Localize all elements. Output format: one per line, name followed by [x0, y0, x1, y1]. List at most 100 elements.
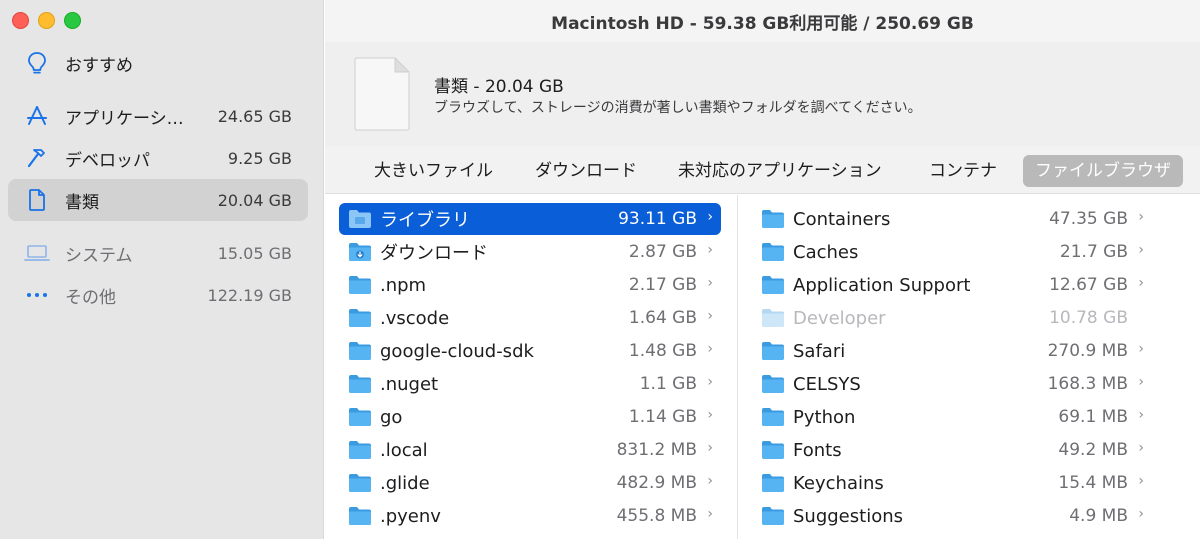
- folder-row[interactable]: .vscode 1.64 GB ›: [339, 302, 721, 334]
- folder-name: .nuget: [380, 373, 439, 395]
- folder-size: 21.7 GB: [1059, 242, 1128, 262]
- folder-name: .vscode: [380, 307, 450, 329]
- sidebar-item-label: デベロッパ: [65, 150, 150, 171]
- folder-row[interactable]: Containers 47.35 GB ›: [752, 203, 1152, 235]
- sidebar-item-label: おすすめ: [65, 55, 133, 76]
- folder-size: 455.8 MB: [616, 506, 697, 526]
- app-store-icon: [24, 104, 50, 128]
- folder-row[interactable]: .glide 482.9 MB ›: [339, 467, 721, 499]
- folder-name: Containers: [793, 208, 891, 230]
- folder-row[interactable]: go 1.14 GB ›: [339, 401, 721, 433]
- zoom-window-button[interactable]: [64, 12, 81, 29]
- downloads-folder-icon: [349, 243, 371, 261]
- folder-name: ダウンロード: [380, 243, 488, 264]
- close-window-button[interactable]: [12, 12, 29, 29]
- sidebar-item-applications[interactable]: アプリケーシ… 24.65 GB: [8, 95, 308, 137]
- folder-icon: [762, 507, 784, 525]
- folder-icon: [349, 309, 371, 327]
- chevron-right-icon: ›: [1138, 473, 1144, 489]
- sidebar-item-system[interactable]: システム 15.05 GB: [8, 232, 308, 274]
- folder-icon: [349, 474, 371, 492]
- sidebar-item-recommendations[interactable]: おすすめ: [8, 42, 308, 84]
- folder-icon: [762, 441, 784, 459]
- chevron-right-icon: ›: [707, 374, 713, 390]
- folder-name: .local: [380, 439, 428, 461]
- folder-size: 1.48 GB: [628, 341, 697, 361]
- chevron-right-icon: ›: [1138, 209, 1144, 225]
- sidebar-item-size: 122.19 GB: [207, 285, 292, 305]
- file-column-home: ライブラリ 93.11 GB › ダウンロード 2.87 GB › .npm 2.17 GB ›…: [325, 195, 736, 539]
- sidebar-item-developer[interactable]: デベロッパ 9.25 GB: [8, 137, 308, 179]
- folder-icon: [349, 507, 371, 525]
- folder-row[interactable]: ライブラリ 93.11 GB ›: [339, 203, 721, 235]
- sidebar-item-size: 20.04 GB: [217, 190, 292, 210]
- tab-large-files[interactable]: 大きいファイル: [362, 155, 505, 187]
- sidebar-item-other[interactable]: その他 122.19 GB: [8, 274, 308, 316]
- sidebar-item-documents[interactable]: 書類 20.04 GB: [8, 179, 308, 221]
- folder-name: go: [380, 406, 403, 428]
- folder-row[interactable]: .pyenv 455.8 MB ›: [339, 500, 721, 532]
- folder-size: 1.1 GB: [639, 374, 697, 394]
- folder-name: Safari: [793, 340, 846, 362]
- folder-name: .npm: [380, 274, 427, 296]
- folder-row[interactable]: CELSYS 168.3 MB ›: [752, 368, 1152, 400]
- chevron-right-icon: ›: [1138, 275, 1144, 291]
- category-header: 書類 - 20.04 GB ブラウズして、ストレージの消費が著しい書類やフォルダ…: [325, 42, 1200, 146]
- folder-size: 1.64 GB: [628, 308, 697, 328]
- folder-icon: [762, 210, 784, 228]
- chevron-right-icon: ›: [707, 407, 713, 423]
- folder-size: 93.11 GB: [618, 209, 697, 229]
- folder-size: 4.9 MB: [1069, 506, 1128, 526]
- chevron-right-icon: ›: [707, 242, 713, 258]
- minimize-window-button[interactable]: [38, 12, 55, 29]
- folder-row[interactable]: .nuget 1.1 GB ›: [339, 368, 721, 400]
- folder-icon: [349, 210, 371, 228]
- folder-size: 2.17 GB: [628, 275, 697, 295]
- laptop-icon: [24, 241, 50, 265]
- category-description: ブラウズして、ストレージの消費が著しい書類やフォルダを調べてください。: [434, 100, 922, 116]
- folder-name: ライブラリ: [380, 210, 470, 231]
- folder-row[interactable]: Safari 270.9 MB ›: [752, 335, 1152, 367]
- folder-row[interactable]: google-cloud-sdk 1.48 GB ›: [339, 335, 721, 367]
- folder-name: Application Support: [793, 274, 971, 296]
- folder-icon: [762, 474, 784, 492]
- folder-row[interactable]: .local 831.2 MB ›: [339, 434, 721, 466]
- folder-row[interactable]: Fonts 49.2 MB ›: [752, 434, 1152, 466]
- folder-icon: [349, 342, 371, 360]
- folder-row[interactable]: Application Support 12.67 GB ›: [752, 269, 1152, 301]
- sidebar-item-size: 9.25 GB: [227, 148, 292, 168]
- folder-icon: [349, 441, 371, 459]
- folder-row[interactable]: Caches 21.7 GB ›: [752, 236, 1152, 268]
- folder-size: 270.9 MB: [1047, 341, 1128, 361]
- folder-icon: [762, 276, 784, 294]
- ellipsis-icon: [24, 283, 50, 307]
- folder-name: .pyenv: [380, 505, 441, 527]
- folder-size: 831.2 MB: [616, 440, 697, 460]
- sidebar-item-label: その他: [65, 287, 116, 308]
- sidebar: おすすめ アプリケーシ… 24.65 GB デベロッパ 9.25 GB 書類 2…: [0, 0, 324, 539]
- folder-row[interactable]: Keychains 15.4 MB ›: [752, 467, 1152, 499]
- main-panel: Macintosh HD - 59.38 GB利用可能 / 250.69 GB …: [325, 0, 1200, 539]
- tab-file-browser[interactable]: ファイルブラウザ: [1023, 155, 1183, 187]
- folder-row[interactable]: ダウンロード 2.87 GB ›: [339, 236, 721, 268]
- window-title: Macintosh HD - 59.38 GB利用可能 / 250.69 GB: [551, 14, 974, 34]
- folder-row[interactable]: .npm 2.17 GB ›: [339, 269, 721, 301]
- chevron-right-icon: ›: [1138, 506, 1144, 522]
- folder-name: Suggestions: [793, 505, 903, 527]
- folder-row[interactable]: Suggestions 4.9 MB ›: [752, 500, 1152, 532]
- folder-size: 69.1 MB: [1058, 407, 1128, 427]
- folder-size: 12.67 GB: [1049, 275, 1128, 295]
- hammer-icon: [24, 146, 50, 170]
- folder-icon: [349, 408, 371, 426]
- sidebar-item-label: アプリケーシ…: [65, 108, 184, 129]
- chevron-right-icon: ›: [1138, 374, 1144, 390]
- tab-containers[interactable]: コンテナ: [917, 155, 1009, 187]
- tab-unsupported-apps[interactable]: 未対応のアプリケーション: [666, 155, 894, 187]
- sidebar-item-label: 書類: [65, 192, 99, 213]
- folder-row[interactable]: Python 69.1 MB ›: [752, 401, 1152, 433]
- chevron-right-icon: ›: [707, 275, 713, 291]
- folder-name: google-cloud-sdk: [380, 340, 534, 362]
- tab-downloads[interactable]: ダウンロード: [523, 155, 649, 187]
- folder-size: 49.2 MB: [1058, 440, 1128, 460]
- folder-row: Developer 10.78 GB: [752, 302, 1152, 334]
